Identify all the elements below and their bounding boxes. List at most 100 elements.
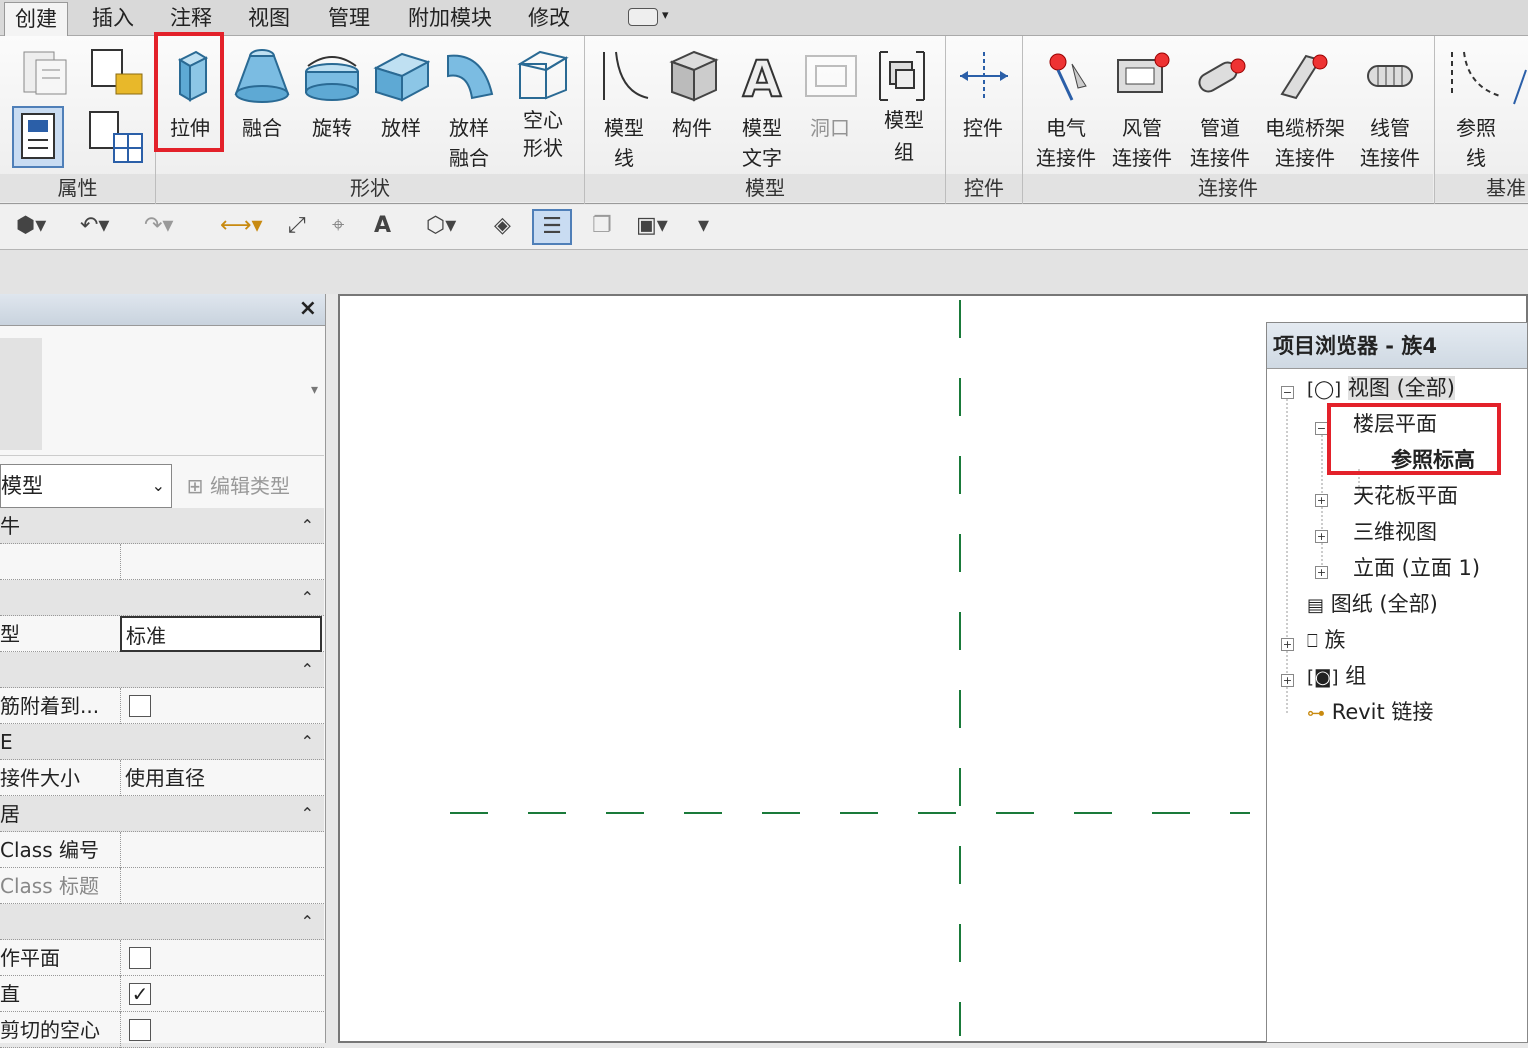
cable-tray-connector-label-2: 连接件: [1275, 146, 1335, 170]
component-button[interactable]: 构件: [660, 42, 724, 170]
tree-node-groups[interactable]: [◙] 组: [1307, 661, 1366, 693]
opening-button[interactable]: 洞口: [800, 42, 860, 170]
cable-tray-connector-button[interactable]: 电缆桥架 连接件: [1260, 42, 1350, 170]
collapse-icon[interactable]: ⌃: [301, 508, 314, 544]
cable-tray-connector-label-1: 电缆桥架: [1265, 116, 1345, 140]
tab-create[interactable]: 创建: [4, 2, 68, 36]
collapse-icon[interactable]: ⌃: [301, 724, 314, 760]
collapse-icon[interactable]: ⌃: [301, 904, 314, 940]
sweep-icon: [373, 52, 430, 102]
undo-icon[interactable]: ↶▾: [80, 213, 109, 238]
checkbox[interactable]: [129, 1019, 151, 1041]
properties-section[interactable]: ⌃: [0, 652, 324, 688]
aligned-dimension-icon[interactable]: ⤢: [288, 213, 306, 238]
void-forms-icon: [517, 50, 569, 100]
collapse-icon[interactable]: ⌃: [301, 652, 314, 688]
tag-icon[interactable]: ⌖: [332, 213, 344, 238]
conduit-connector-label-1: 线管: [1370, 116, 1410, 140]
model-group-icon: [879, 51, 925, 101]
collapse-icon[interactable]: ⌃: [301, 580, 314, 616]
property-value[interactable]: 使用直径: [120, 760, 322, 796]
tree-node-views[interactable]: [◯] 视图 (全部): [1307, 373, 1455, 405]
group-title-forms: 形状: [156, 174, 584, 202]
type-selector-dropdown[interactable]: 模型 ⌄: [0, 464, 172, 508]
expand-icon[interactable]: +: [1315, 530, 1328, 543]
properties-section[interactable]: ⌃: [0, 580, 324, 616]
pipe-connector-button[interactable]: 管道 连接件: [1184, 42, 1256, 170]
close-icon[interactable]: ×: [299, 296, 317, 321]
tab-view[interactable]: 视图: [238, 2, 300, 34]
section-icon[interactable]: ◈: [494, 213, 511, 238]
properties-row: Class 编号: [0, 832, 324, 868]
electrical-connector-button[interactable]: 电气 连接件: [1030, 42, 1102, 170]
family-category-button[interactable]: [86, 44, 146, 100]
tree-node-elevations[interactable]: 立面 (立面 1): [1353, 553, 1480, 583]
properties-section[interactable]: E ⌃: [0, 724, 324, 760]
collapse-icon[interactable]: ⌃: [301, 796, 314, 832]
family-types-button[interactable]: [14, 44, 74, 100]
properties-section[interactable]: ⌃: [0, 904, 324, 940]
property-name: 型: [0, 622, 20, 646]
sweep-button[interactable]: 放样: [370, 42, 432, 170]
model-group-button[interactable]: 模型 组: [868, 42, 940, 170]
expand-icon[interactable]: +: [1315, 566, 1328, 579]
tree-node-ceiling-plans[interactable]: 天花板平面: [1353, 481, 1458, 511]
close-hidden-windows-icon[interactable]: ❐: [592, 213, 612, 238]
property-value[interactable]: [120, 544, 322, 580]
edit-type-icon: ⊞: [186, 474, 204, 498]
checkbox-checked[interactable]: ✓: [129, 983, 151, 1005]
measure-icon[interactable]: ⟷▾: [220, 213, 263, 238]
tab-manage[interactable]: 管理: [318, 2, 380, 34]
conduit-connector-icon: [1367, 65, 1413, 87]
panel-toggle-icon[interactable]: [628, 8, 658, 26]
duct-connector-button[interactable]: 风管 连接件: [1106, 42, 1178, 170]
tab-addins[interactable]: 附加模块: [398, 2, 502, 34]
type-properties-button[interactable]: [86, 108, 146, 168]
tree-node-3d-views[interactable]: 三维视图: [1353, 517, 1437, 547]
blend-button[interactable]: 融合: [232, 42, 292, 170]
tree-node-sheets[interactable]: ▤ 图纸 (全部): [1307, 589, 1438, 621]
properties-button[interactable]: [12, 106, 64, 168]
thin-lines-icon[interactable]: ☰: [532, 209, 572, 245]
expand-icon[interactable]: +: [1315, 494, 1328, 507]
3d-view-icon[interactable]: ⬡▾: [426, 213, 456, 238]
revolve-button[interactable]: 旋转: [300, 42, 364, 170]
switch-windows-icon[interactable]: ▣▾: [636, 213, 668, 238]
void-forms-button[interactable]: 空心 形状: [508, 42, 578, 170]
expand-icon[interactable]: +: [1281, 638, 1294, 651]
control-button[interactable]: 控件: [950, 42, 1016, 170]
text-icon[interactable]: A: [374, 213, 391, 238]
collapse-icon[interactable]: −: [1281, 386, 1294, 399]
sweep-label: 放样: [381, 116, 421, 140]
chevron-down-icon[interactable]: ▾: [311, 382, 318, 398]
tab-insert[interactable]: 插入: [82, 2, 144, 34]
properties-section[interactable]: 居 ⌃: [0, 796, 324, 832]
model-line-button[interactable]: 模型 线: [592, 42, 656, 170]
chevron-down-icon[interactable]: ▾: [662, 8, 669, 23]
property-value[interactable]: [120, 832, 322, 868]
checkbox[interactable]: [129, 947, 151, 969]
tab-annotate[interactable]: 注释: [160, 2, 222, 34]
reference-line-button[interactable]: 参照 线: [1440, 42, 1512, 170]
tab-modify[interactable]: 修改: [518, 2, 580, 34]
open-icon[interactable]: ⬢▾: [16, 213, 46, 238]
swept-blend-button[interactable]: 放样 融合: [438, 42, 500, 170]
section-label: 牛: [0, 514, 20, 538]
properties-section[interactable]: 牛 ⌃: [0, 508, 324, 544]
customize-toolbar-icon[interactable]: ▾: [698, 213, 709, 238]
reference-plane-button[interactable]: [1512, 66, 1528, 106]
property-value: [120, 688, 322, 724]
redo-icon[interactable]: ↷▾: [144, 213, 173, 238]
tree-node-families[interactable]: ⎕ 族: [1307, 625, 1346, 657]
tree-node-revit-links[interactable]: ⊶ Revit 链接: [1307, 697, 1433, 729]
expand-icon[interactable]: +: [1281, 674, 1294, 687]
pipe-connector-label-2: 连接件: [1190, 146, 1250, 170]
model-text-button[interactable]: A 模型 文字: [730, 42, 794, 170]
edit-type-button[interactable]: ⊞ 编辑类型: [180, 464, 324, 508]
conduit-connector-button[interactable]: 线管 连接件: [1354, 42, 1426, 170]
electrical-connector-icon: [1049, 53, 1087, 101]
property-value-input[interactable]: 标准: [120, 616, 322, 652]
swept-blend-icon: [447, 54, 494, 100]
swept-blend-label-1: 放样: [449, 116, 489, 140]
checkbox[interactable]: [129, 695, 151, 717]
